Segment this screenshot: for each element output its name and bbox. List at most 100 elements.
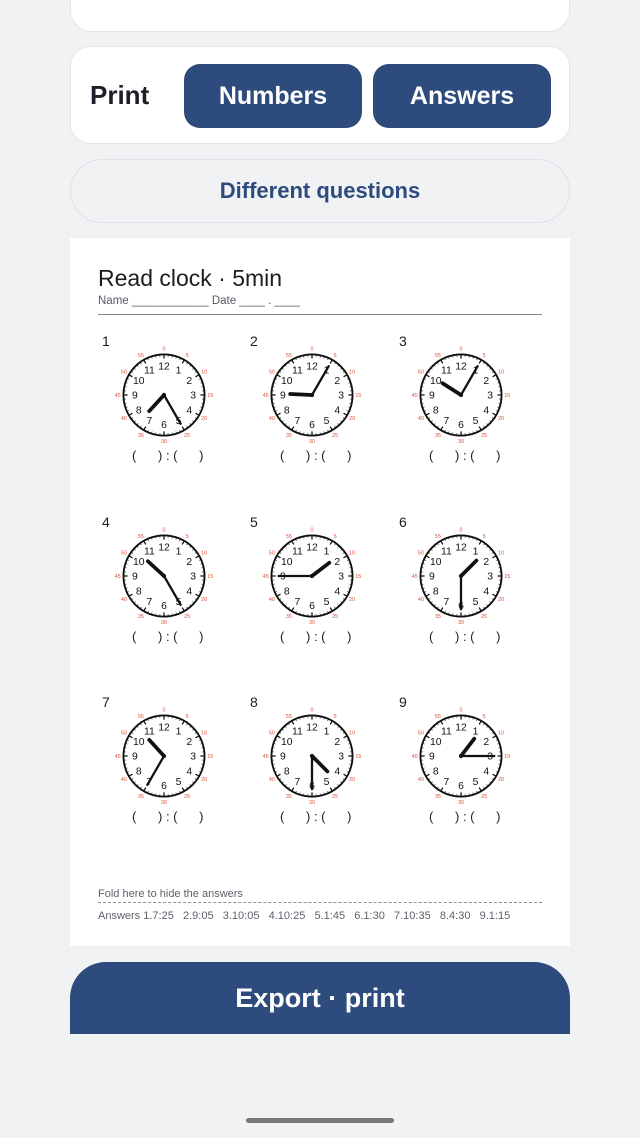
hour-numeral: 7 xyxy=(147,416,153,427)
minute-label: 45 xyxy=(263,754,269,760)
clock-question: 70510152025303540455055123456789101112( … xyxy=(100,694,240,844)
minute-label: 45 xyxy=(412,574,418,580)
hour-numeral: 3 xyxy=(487,572,493,583)
minute-label: 5 xyxy=(334,534,337,540)
question-number: 5 xyxy=(250,514,258,530)
minute-label: 30 xyxy=(309,620,315,626)
hour-numeral: 7 xyxy=(295,597,301,608)
minute-label: 40 xyxy=(121,777,127,783)
minute-label: 55 xyxy=(286,353,292,359)
hour-numeral: 9 xyxy=(132,572,138,583)
export-print-button[interactable]: Export · print xyxy=(70,962,570,1034)
hour-numeral: 12 xyxy=(158,723,170,734)
analog-clock: 0510152025303540455055123456789101112 xyxy=(263,528,362,627)
minute-label: 15 xyxy=(355,574,361,580)
hour-numeral: 8 xyxy=(284,405,290,416)
print-answers-button[interactable]: Answers xyxy=(373,64,551,128)
minute-label: 55 xyxy=(138,714,144,720)
minute-label: 30 xyxy=(309,800,315,806)
worksheet-preview: Read clock · 5min Name ____________ Date… xyxy=(70,238,570,946)
minute-label: 35 xyxy=(286,794,292,800)
hour-numeral: 11 xyxy=(292,366,303,377)
hour-numeral: 2 xyxy=(186,376,192,387)
hour-numeral: 12 xyxy=(158,362,170,373)
hour-numeral: 1 xyxy=(473,727,479,738)
minute-label: 5 xyxy=(483,714,486,720)
minute-label: 25 xyxy=(332,794,338,800)
analog-clock: 0510152025303540455055123456789101112 xyxy=(115,347,214,446)
answer-blank: ( ) : ( ) xyxy=(280,629,352,644)
hour-numeral: 3 xyxy=(487,752,493,763)
hour-numeral: 7 xyxy=(295,777,301,788)
clock-hub xyxy=(161,573,167,579)
minute-label: 50 xyxy=(121,731,127,737)
hour-numeral: 10 xyxy=(430,737,442,748)
minute-label: 5 xyxy=(334,714,337,720)
minute-label: 10 xyxy=(201,370,207,376)
home-indicator xyxy=(246,1118,394,1123)
minute-label: 40 xyxy=(121,416,127,422)
hour-numeral: 8 xyxy=(284,586,290,597)
question-number: 4 xyxy=(102,514,110,530)
analog-clock: 0510152025303540455055123456789101112 xyxy=(412,347,511,446)
hour-numeral: 2 xyxy=(334,557,340,568)
clock-hub xyxy=(458,573,464,579)
minute-label: 45 xyxy=(412,393,418,399)
minute-label: 30 xyxy=(458,800,464,806)
hour-numeral: 1 xyxy=(324,727,330,738)
hour-numeral: 4 xyxy=(334,405,340,416)
hour-numeral: 9 xyxy=(429,572,435,583)
minute-label: 50 xyxy=(418,370,424,376)
fold-line xyxy=(98,902,542,903)
hour-numeral: 5 xyxy=(324,777,330,788)
minute-label: 35 xyxy=(435,614,441,620)
minute-label: 45 xyxy=(115,754,121,760)
hour-numeral: 12 xyxy=(455,362,467,373)
hour-numeral: 1 xyxy=(176,547,182,558)
minute-label: 50 xyxy=(269,731,275,737)
hour-numeral: 4 xyxy=(186,405,192,416)
clock-hub xyxy=(309,573,315,579)
minute-label: 35 xyxy=(138,794,144,800)
hour-numeral: 3 xyxy=(338,391,344,402)
hour-numeral: 5 xyxy=(473,416,479,427)
minute-label: 10 xyxy=(498,731,504,737)
hour-numeral: 4 xyxy=(186,766,192,777)
minute-label: 10 xyxy=(498,370,504,376)
hour-numeral: 1 xyxy=(176,727,182,738)
minute-label: 40 xyxy=(418,416,424,422)
minute-label: 25 xyxy=(184,433,190,439)
hour-numeral: 5 xyxy=(176,777,182,788)
minute-label: 15 xyxy=(207,574,213,580)
minute-label: 20 xyxy=(498,777,504,783)
minute-label: 0 xyxy=(311,347,314,353)
clock-question: 10510152025303540455055123456789101112( … xyxy=(100,333,240,483)
hour-numeral: 8 xyxy=(136,766,142,777)
minute-label: 25 xyxy=(184,614,190,620)
hour-numeral: 12 xyxy=(158,543,170,554)
minute-label: 45 xyxy=(263,574,269,580)
hour-numeral: 8 xyxy=(284,766,290,777)
hour-numeral: 11 xyxy=(292,547,303,558)
hour-numeral: 5 xyxy=(324,597,330,608)
hour-numeral: 2 xyxy=(186,557,192,568)
hour-numeral: 2 xyxy=(334,737,340,748)
minute-label: 20 xyxy=(349,597,355,603)
hour-numeral: 2 xyxy=(186,737,192,748)
minute-label: 45 xyxy=(263,393,269,399)
minute-label: 10 xyxy=(201,731,207,737)
clock-question: 9 0 5 10 15 20 25 30 35 40 45 50 55 1 2 3 4 5 6 7 8 9 10 11 12( … xyxy=(397,694,537,844)
hour-numeral: 1 xyxy=(324,547,330,558)
header-divider xyxy=(98,314,542,315)
print-numbers-button[interactable]: Numbers xyxy=(184,64,362,128)
analog-clock: 0510152025303540455055123456789101112 xyxy=(412,528,511,627)
hour-numeral: 4 xyxy=(334,586,340,597)
hour-numeral: 2 xyxy=(483,376,489,387)
hour-numeral: 10 xyxy=(133,376,145,387)
minute-label: 0 xyxy=(460,708,463,714)
different-questions-button[interactable]: Different questions xyxy=(70,159,570,223)
previous-card xyxy=(70,0,570,32)
minute-label: 40 xyxy=(269,597,275,603)
question-number: 2 xyxy=(250,333,258,349)
hour-numeral: 9 xyxy=(280,572,286,583)
